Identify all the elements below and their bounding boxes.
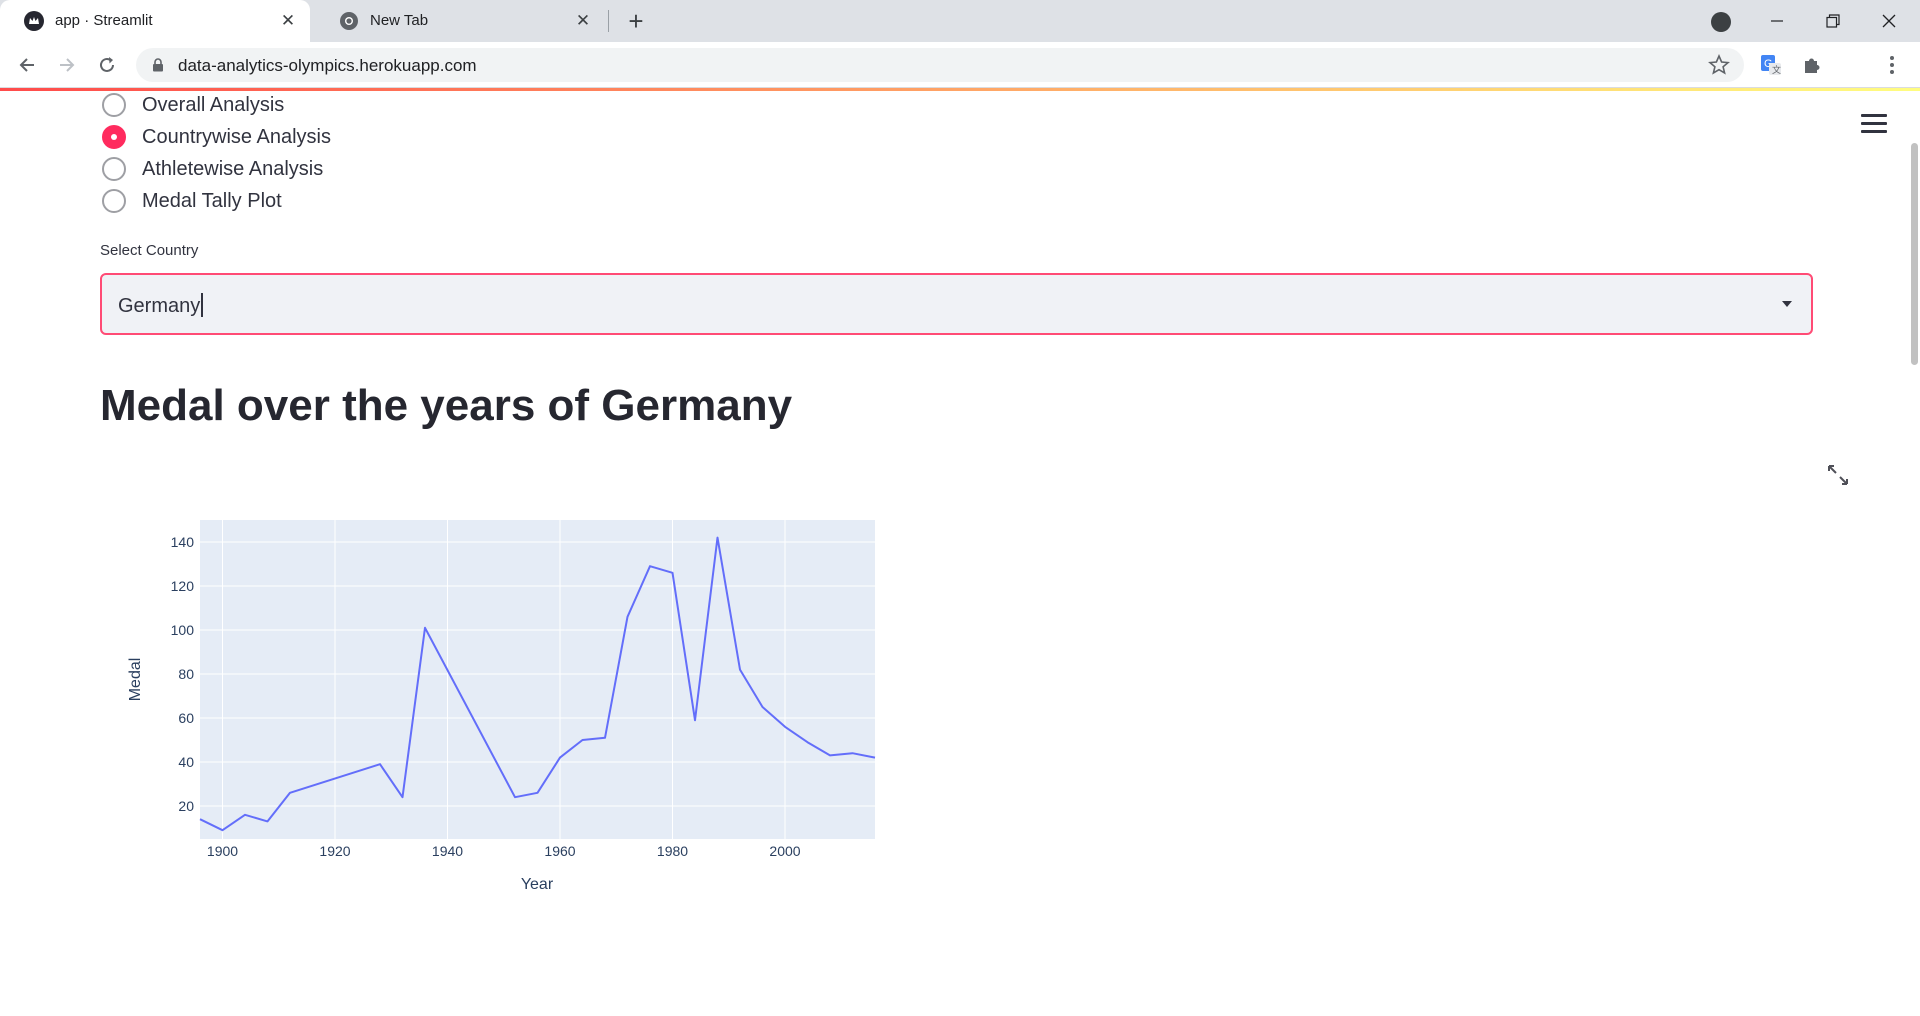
x-tick-label: 1940 <box>432 843 463 859</box>
x-tick-label: 1920 <box>319 843 350 859</box>
y-axis-label: Medal <box>127 658 144 702</box>
translate-extension-icon[interactable]: G文 <box>1756 50 1786 80</box>
y-tick-label: 20 <box>178 798 194 814</box>
x-axis-label: Year <box>521 876 554 893</box>
browser-tab-bar: app · Streamlit ✕ New Tab ✕ + <box>0 0 1920 42</box>
radio-countrywise-analysis[interactable]: Countrywise Analysis <box>102 123 331 151</box>
y-tick-label: 60 <box>178 710 194 726</box>
minimize-icon <box>1771 20 1783 22</box>
arrow-right-icon <box>60 58 75 72</box>
browser-toolbar: data-analytics-olympics.herokuapp.com G文 <box>0 42 1920 88</box>
radio-circle[interactable] <box>102 157 126 181</box>
bookmark-star-icon[interactable] <box>1708 54 1730 76</box>
x-tick-label: 1900 <box>207 843 238 859</box>
close-tab-icon[interactable]: ✕ <box>573 11 593 31</box>
tab-separator <box>608 10 609 32</box>
reload-icon <box>100 57 114 72</box>
minimize-button[interactable] <box>1754 0 1800 42</box>
close-icon <box>1882 14 1896 28</box>
y-tick-label: 80 <box>178 666 194 682</box>
radio-athletewise-analysis[interactable]: Athletewise Analysis <box>102 155 323 183</box>
radio-label: Medal Tally Plot <box>142 189 282 212</box>
radio-circle[interactable] <box>102 93 126 117</box>
y-tick-label: 100 <box>171 622 195 638</box>
back-button[interactable] <box>12 50 42 80</box>
select-country-label: Select Country <box>100 242 199 259</box>
arrow-left-icon <box>19 58 34 72</box>
y-tick-label: 40 <box>178 754 194 770</box>
page-scrollbar[interactable] <box>1911 143 1918 365</box>
chrome-profile-icon[interactable] <box>1711 12 1731 32</box>
radio-label: Overall Analysis <box>142 93 285 116</box>
country-select[interactable]: Germany <box>100 273 1813 335</box>
tab-new-tab[interactable]: New Tab ✕ <box>315 0 605 42</box>
svg-text:文: 文 <box>1772 64 1781 75</box>
chevron-down-icon[interactable] <box>1782 301 1792 307</box>
radio-label: Countrywise Analysis <box>142 125 331 148</box>
radio-circle[interactable] <box>102 189 126 213</box>
hamburger-menu-icon[interactable] <box>1861 114 1887 136</box>
tab-title: app · Streamlit <box>55 12 153 29</box>
x-tick-label: 1960 <box>544 843 575 859</box>
x-tick-label: 2000 <box>769 843 800 859</box>
browser-menu-icon[interactable] <box>1877 50 1907 80</box>
new-tab-button[interactable]: + <box>622 6 650 36</box>
text-cursor <box>201 293 203 317</box>
streamlit-crown-icon <box>24 11 44 31</box>
radio-circle-selected[interactable] <box>102 125 126 149</box>
fullscreen-icon[interactable] <box>1826 463 1850 487</box>
y-tick-label: 120 <box>171 578 195 594</box>
page-title: Medal over the years of Germany <box>100 381 793 430</box>
close-window-button[interactable] <box>1866 0 1912 42</box>
tab-streamlit-app[interactable]: app · Streamlit ✕ <box>0 0 310 42</box>
lock-icon <box>153 58 163 72</box>
medal-line-chart: 1900 1920 1940 1960 1980 2000 20 40 60 80 100 120 14… <box>127 520 876 893</box>
tab-title: New Tab <box>370 12 429 29</box>
y-tick-label: 140 <box>171 534 195 550</box>
extensions-puzzle-icon[interactable] <box>1797 50 1827 80</box>
chrome-icon <box>340 12 358 30</box>
forward-button[interactable] <box>52 50 82 80</box>
url-text: data-analytics-olympics.herokuapp.com <box>178 56 477 75</box>
x-tick-label: 1980 <box>657 843 688 859</box>
radio-medal-tally-plot[interactable]: Medal Tally Plot <box>102 187 282 215</box>
country-select-text: Germany <box>118 295 201 317</box>
restore-button[interactable] <box>1810 0 1856 42</box>
radio-overall-analysis[interactable]: Overall Analysis <box>102 91 284 119</box>
streamlit-app: Overall Analysis Countrywise Analysis At… <box>0 91 1920 1016</box>
reload-button[interactable] <box>92 50 122 80</box>
close-tab-icon[interactable]: ✕ <box>278 11 298 31</box>
restore-icon <box>1826 14 1840 28</box>
country-select-value[interactable]: Germany <box>118 293 203 318</box>
address-bar[interactable]: data-analytics-olympics.herokuapp.com <box>136 48 1744 82</box>
radio-label: Athletewise Analysis <box>142 157 324 180</box>
